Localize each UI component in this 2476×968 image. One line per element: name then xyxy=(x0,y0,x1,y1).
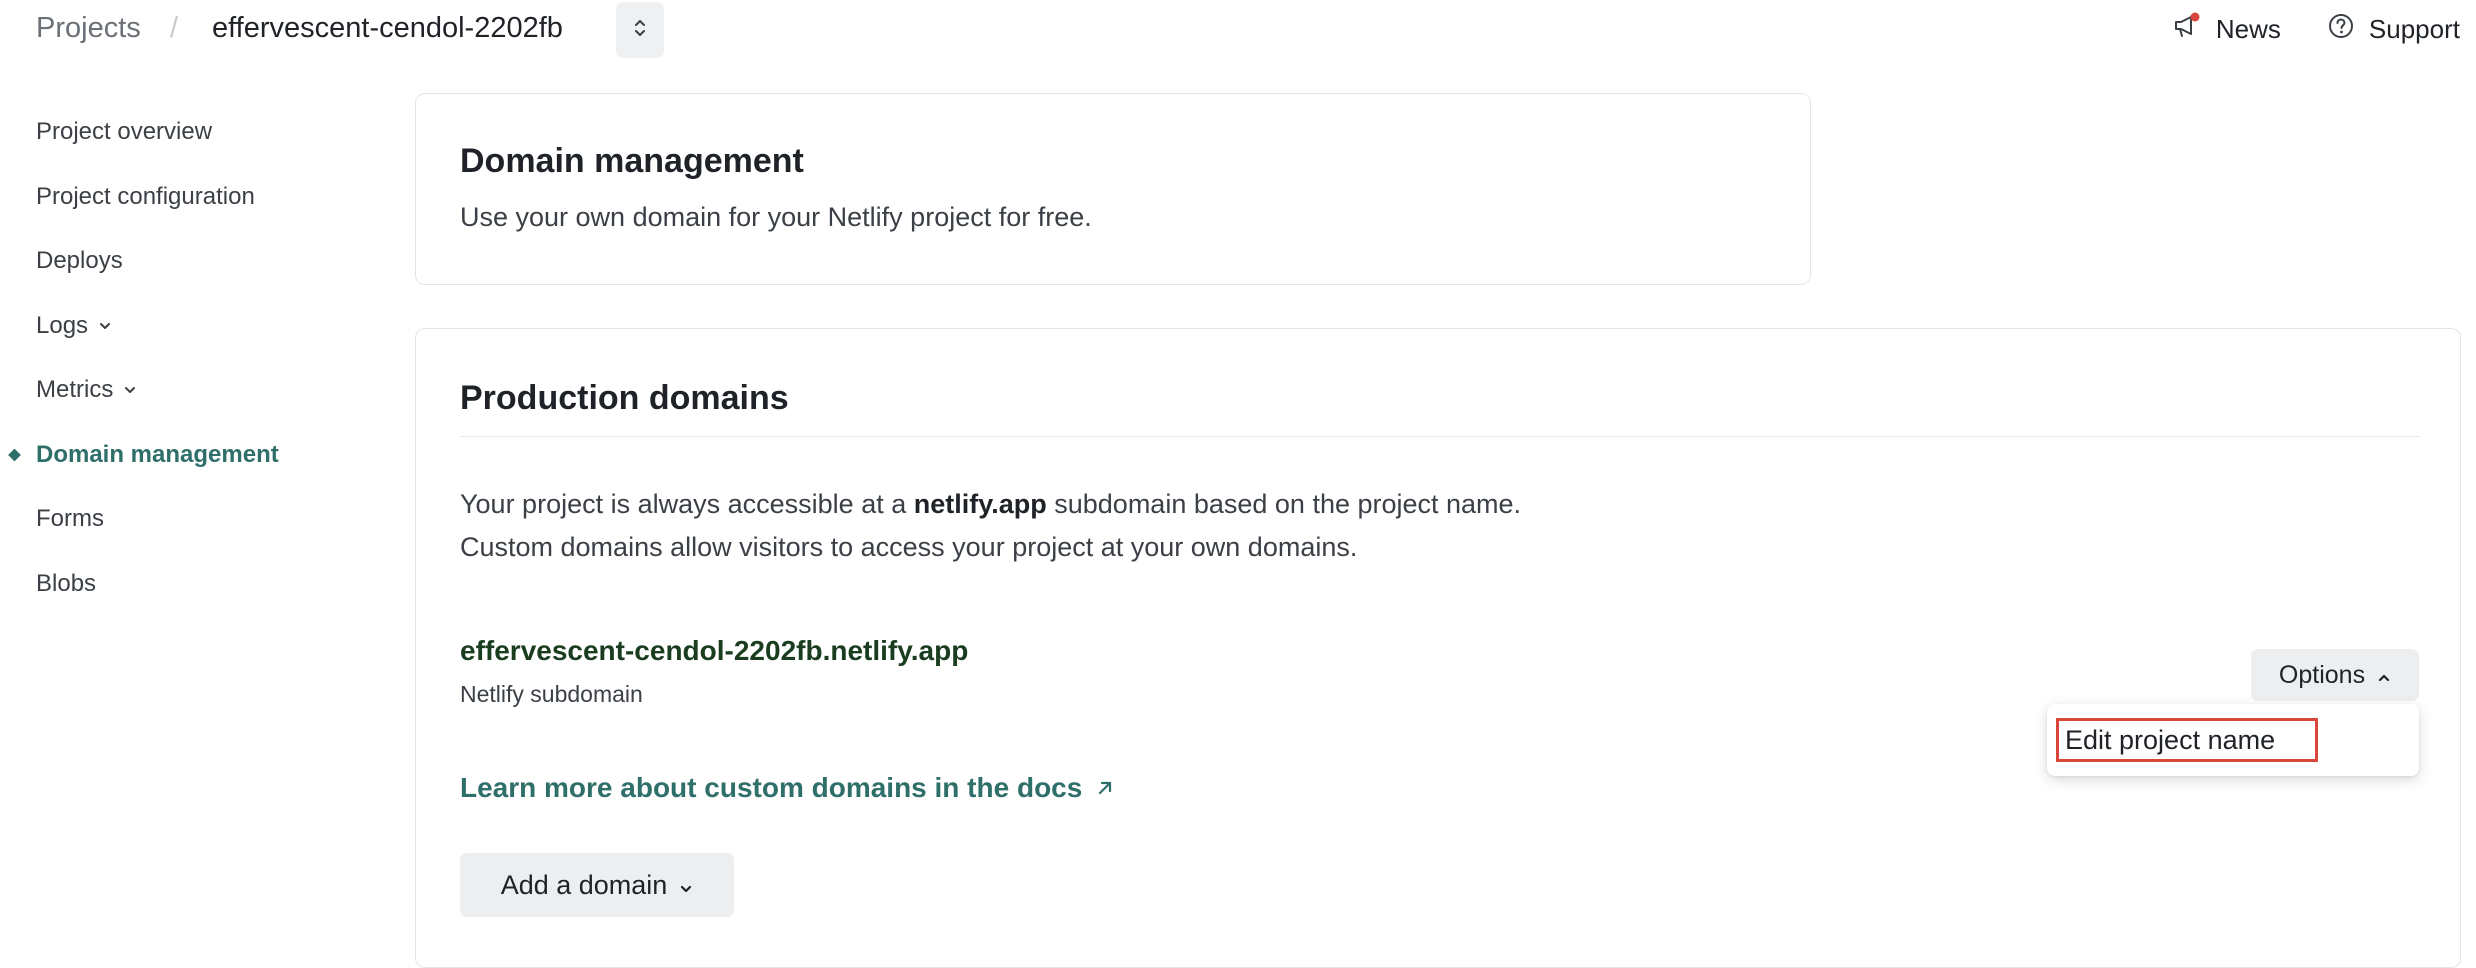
megaphone-icon xyxy=(2172,12,2202,47)
top-right-links: News Support xyxy=(2172,12,2460,47)
sidebar-item-label: Metrics xyxy=(36,376,114,404)
sidebar-item-domain-management[interactable]: Domain management xyxy=(0,423,400,488)
card-description: Use your own domain for your Netlify pro… xyxy=(460,202,1092,232)
support-link[interactable]: Support xyxy=(2327,12,2460,47)
sidebar-item-label: Domain management xyxy=(36,440,279,468)
intro-text: Your project is always accessible at a xyxy=(460,489,914,519)
production-domains-card: Production domains Your project is alway… xyxy=(415,328,2461,968)
sidebar-item-label: Project configuration xyxy=(36,182,255,210)
sidebar-item-label: Project overview xyxy=(36,118,213,146)
production-domains-intro: Your project is always accessible at a n… xyxy=(460,483,1521,569)
chevron-down-icon xyxy=(98,321,112,331)
top-bar: Projects / effervescent-cendol-2202fb Ne… xyxy=(0,0,2476,60)
netlify-subdomain-label: Netlify subdomain xyxy=(460,681,643,707)
domain-management-card: Domain management Use your own domain fo… xyxy=(415,93,1811,285)
help-circle-icon xyxy=(2327,12,2355,47)
sidebar-item-logs[interactable]: Logs xyxy=(0,294,400,359)
sidebar-item-label: Forms xyxy=(36,505,104,533)
add-domain-button[interactable]: Add a domain xyxy=(460,853,734,917)
docs-link-label: Learn more about custom domains in the d… xyxy=(460,772,1083,803)
options-dropdown-menu: Edit project name xyxy=(2047,704,2419,776)
options-button[interactable]: Options xyxy=(2251,649,2419,701)
breadcrumb-current-site: effervescent-cendol-2202fb xyxy=(212,12,563,44)
sidebar-item-project-configuration[interactable]: Project configuration xyxy=(0,165,400,230)
sidebar-item-deploys[interactable]: Deploys xyxy=(0,229,400,294)
news-label: News xyxy=(2215,14,2281,44)
sidebar-item-metrics[interactable]: Metrics xyxy=(0,358,400,423)
card-title: Production domains xyxy=(460,379,789,417)
chevron-up-down-icon xyxy=(633,17,647,44)
intro-text: subdomain based on the project name. xyxy=(1046,489,1522,519)
active-indicator-icon xyxy=(8,448,21,462)
chevron-up-icon xyxy=(2377,661,2391,690)
chevron-down-icon xyxy=(679,870,693,901)
sidebar-nav: Project overview Project configuration D… xyxy=(0,100,400,616)
breadcrumb-projects-link[interactable]: Projects xyxy=(36,12,141,45)
intro-bold-domain: netlify.app xyxy=(913,489,1047,519)
breadcrumb-separator: / xyxy=(170,12,179,44)
site-switcher-button[interactable] xyxy=(616,2,664,58)
chevron-down-icon xyxy=(123,385,137,395)
options-label: Options xyxy=(2278,660,2366,689)
card-title: Domain management xyxy=(460,142,804,180)
sidebar-item-forms[interactable]: Forms xyxy=(0,487,400,552)
sidebar-item-project-overview[interactable]: Project overview xyxy=(0,100,400,165)
intro-line-2: Custom domains allow visitors to access … xyxy=(460,532,1358,562)
sidebar-item-blobs[interactable]: Blobs xyxy=(0,552,400,617)
edit-project-name-menu-item[interactable]: Edit project name xyxy=(2056,718,2318,762)
add-domain-label: Add a domain xyxy=(500,869,668,900)
intro-line-1: Your project is always accessible at a n… xyxy=(460,483,1521,526)
news-link[interactable]: News xyxy=(2172,12,2281,47)
netlify-subdomain-value: effervescent-cendol-2202fb.netlify.app xyxy=(460,635,969,666)
custom-domains-docs-link[interactable]: Learn more about custom domains in the d… xyxy=(460,772,1114,804)
external-link-arrow-icon xyxy=(1096,772,1114,804)
support-label: Support xyxy=(2368,14,2460,44)
sidebar-item-label: Logs xyxy=(36,311,89,339)
sidebar-item-label: Deploys xyxy=(36,247,123,275)
divider xyxy=(460,436,2420,437)
sidebar-item-label: Blobs xyxy=(36,569,97,597)
